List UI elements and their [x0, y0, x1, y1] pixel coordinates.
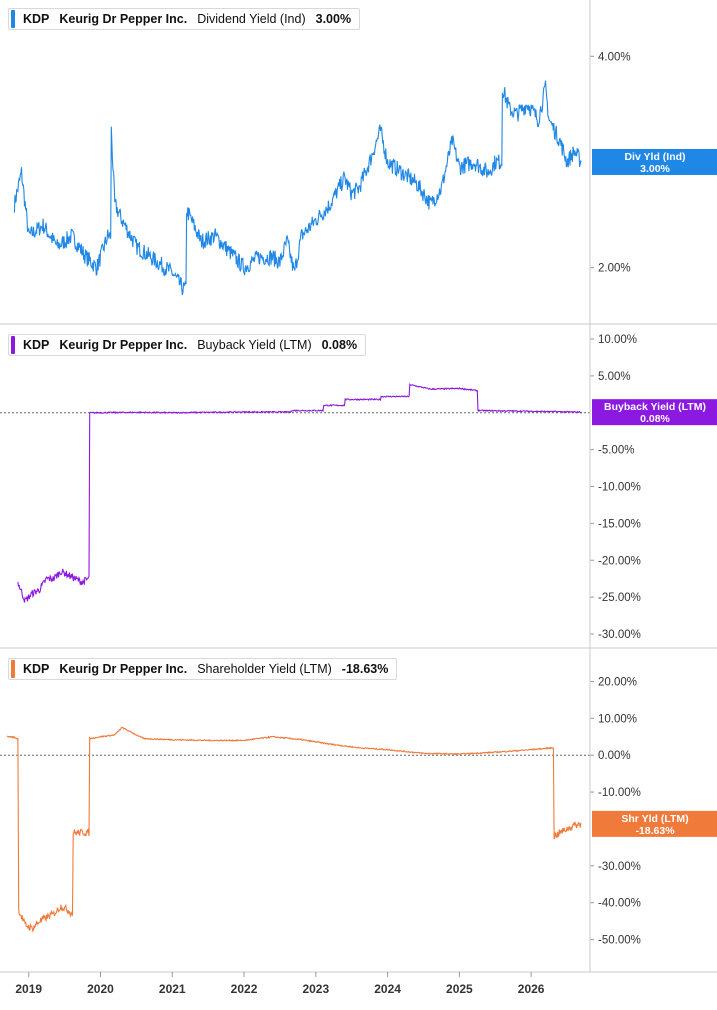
legend-metric: Buyback Yield (LTM) — [197, 338, 312, 352]
value-tag-label: Buyback Yield (LTM) — [604, 401, 706, 413]
chart-svg: 2.00%4.00%Div Yld (Ind)3.00%10.00%5.00%-… — [0, 0, 717, 996]
series-line — [17, 382, 582, 603]
legend-metric: Dividend Yield (Ind) — [197, 12, 306, 26]
legend-ticker: KDP — [23, 662, 50, 676]
value-tag-label: Div Yld (Ind) — [624, 151, 685, 163]
value-tag-label: Shr Yld (LTM) — [621, 813, 688, 825]
y-tick-label: -15.00% — [598, 518, 641, 530]
legend-metric: Shareholder Yield (LTM) — [197, 662, 332, 676]
y-tick-label: 4.00% — [598, 51, 631, 63]
y-tick-label: -5.00% — [598, 445, 634, 457]
legend-company: Keurig Dr Pepper Inc. — [59, 338, 188, 352]
series-line — [6, 726, 582, 934]
chart-root: 2.00% 4.00% Div Yld (Ind) 3.00% 10.00% 5.00% -… — [0, 0, 717, 1005]
x-tick-label: 2021 — [159, 982, 186, 996]
y-tick-label: -30.00% — [598, 861, 641, 873]
x-tick-label: 2019 — [15, 982, 42, 996]
legend-swatch-shareholder — [11, 660, 15, 678]
x-tick-label: 2026 — [518, 982, 545, 996]
legend-value: 0.08% — [321, 338, 358, 352]
x-tick-label: 2025 — [446, 982, 473, 996]
legend-company: Keurig Dr Pepper Inc. — [59, 662, 188, 676]
y-tick-label: -20.00% — [598, 555, 641, 567]
legend-swatch-buyback — [11, 336, 15, 354]
y-tick-label: -25.00% — [598, 592, 641, 604]
y-tick-label: -30.00% — [598, 629, 641, 641]
x-tick-label: 2023 — [302, 982, 329, 996]
value-tag-value: 3.00% — [640, 163, 670, 175]
y-tick-label: -40.00% — [598, 898, 641, 910]
legend-buyback-yield[interactable]: KDP Keurig Dr Pepper Inc. Buyback Yield … — [8, 334, 367, 356]
legend-swatch-dividend — [11, 10, 15, 28]
y-tick-label: -10.00% — [598, 482, 641, 494]
x-tick-label: 2022 — [231, 982, 258, 996]
legend-value: -18.63% — [341, 662, 389, 676]
legend-shareholder-yield[interactable]: KDP Keurig Dr Pepper Inc. Shareholder Yi… — [8, 658, 398, 680]
value-tag-value: -18.63% — [635, 825, 675, 837]
legend-ticker: KDP — [23, 12, 50, 26]
y-tick-label: 0.00% — [598, 750, 631, 762]
legend-ticker: KDP — [23, 338, 50, 352]
y-tick-label: 5.00% — [598, 371, 631, 383]
y-tick-label: 2.00% — [598, 263, 631, 275]
legend-dividend-yield[interactable]: KDP Keurig Dr Pepper Inc. Dividend Yield… — [8, 8, 361, 30]
y-tick-label: 20.00% — [598, 676, 637, 688]
y-tick-label: -50.00% — [598, 935, 641, 947]
series-line — [13, 80, 582, 296]
value-tag-value: 0.08% — [640, 413, 670, 425]
x-tick-label: 2024 — [374, 982, 401, 996]
y-tick-label: -10.00% — [598, 787, 641, 799]
legend-value: 3.00% — [315, 12, 352, 26]
y-tick-label: 10.00% — [598, 713, 637, 725]
x-tick-label: 2020 — [87, 982, 114, 996]
legend-company: Keurig Dr Pepper Inc. — [59, 12, 188, 26]
y-tick-label: 10.00% — [598, 334, 637, 346]
